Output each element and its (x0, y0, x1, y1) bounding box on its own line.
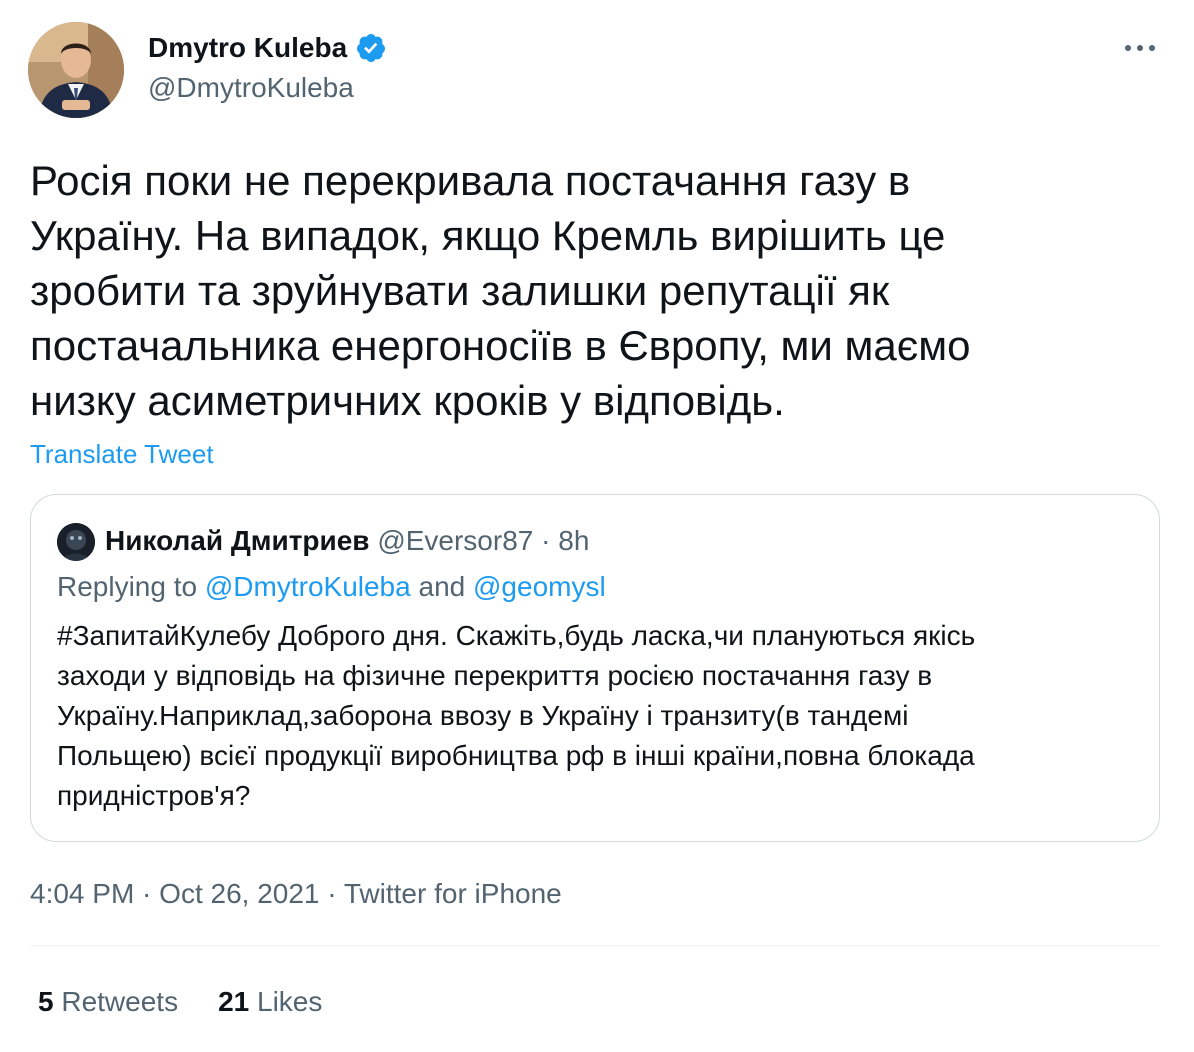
retweets-stat[interactable]: 5 Retweets (38, 984, 178, 1020)
quoted-author-name[interactable]: Николай Дмитриев (105, 525, 370, 556)
likes-stat[interactable]: 21 Likes (218, 984, 322, 1020)
retweets-count: 5 (38, 986, 54, 1017)
tweet: Dmytro Kuleba @DmytroKuleba Росія поки н… (0, 0, 1194, 1052)
quoted-author-handle[interactable]: @Eversor87 (377, 525, 533, 556)
quoted-tweet-text: #ЗапитайКулебу Доброго дня. Скажіть,будь… (57, 620, 976, 811)
replying-mention-1[interactable]: @DmytroKuleba (205, 571, 411, 602)
retweets-label: Retweets (53, 986, 179, 1017)
quoted-separator: · (541, 525, 559, 556)
quoted-tweet[interactable]: Николай Дмитриев @Eversor87 · 8h Replyin… (30, 494, 1160, 842)
quoted-author-avatar-image (57, 523, 95, 561)
quoted-replying-to: Replying to @DmytroKuleba and @geomysl (57, 569, 606, 605)
author-name-text: Dmytro Kuleba (148, 32, 348, 63)
translate-tweet-link[interactable]: Translate Tweet (30, 438, 214, 470)
replying-mention-2[interactable]: @geomysl (473, 571, 606, 602)
likes-count: 21 (218, 986, 250, 1017)
more-options-icon[interactable] (1122, 36, 1158, 60)
quoted-tweet-header: Николай Дмитриев @Eversor87 · 8h (105, 523, 589, 559)
author-handle[interactable]: @DmytroKuleba (148, 70, 354, 106)
verified-badge-icon (355, 32, 387, 64)
tweet-stats: 5 Retweets 21 Likes (38, 984, 322, 1020)
quoted-author-avatar[interactable] (57, 523, 95, 561)
replying-and: and (410, 571, 473, 602)
tweet-timestamp[interactable]: 4:04 PM · Oct 26, 2021 · Twitter for iPh… (30, 876, 562, 912)
tweet-text: Росія поки не перекривала постачання газ… (30, 157, 971, 424)
author-avatar-image (28, 22, 124, 118)
author-name[interactable]: Dmytro Kuleba (148, 30, 387, 66)
replying-prefix: Replying to (57, 571, 205, 602)
author-avatar[interactable] (28, 22, 124, 118)
quoted-time[interactable]: 8h (558, 525, 589, 556)
likes-label: Likes (249, 986, 323, 1017)
divider (30, 945, 1160, 946)
